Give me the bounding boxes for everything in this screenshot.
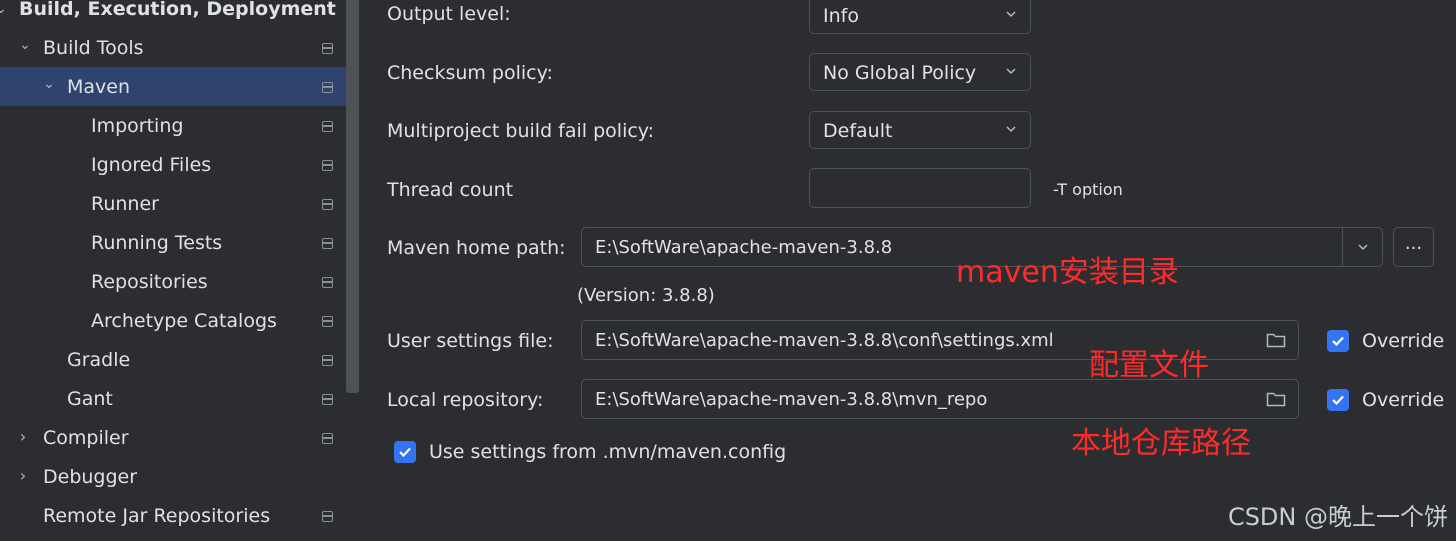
- project-scope-icon: [322, 82, 333, 93]
- output-level-value: Info: [823, 5, 859, 27]
- chevron-down-icon[interactable]: ⌄: [0, 2, 8, 16]
- checksum-policy-dropdown[interactable]: No Global Policy: [809, 53, 1031, 91]
- tree-item-label: Running Tests: [91, 231, 223, 254]
- multiproject-fail-policy-label: Multiproject build fail policy:: [387, 120, 655, 142]
- folder-icon[interactable]: [1266, 332, 1286, 348]
- annotation-local-repo: 本地仓库路径: [1071, 426, 1251, 461]
- tree-item-maven[interactable]: ⌄ Maven: [0, 67, 346, 106]
- maven-home-label: Maven home path:: [387, 237, 566, 259]
- tree-item-label: Build Tools: [43, 36, 144, 59]
- chevron-down-icon: [1006, 11, 1016, 18]
- chevron-right-icon[interactable]: ›: [16, 429, 30, 445]
- project-scope-icon: [322, 277, 333, 288]
- tree-item-importing[interactable]: Importing: [0, 106, 346, 145]
- chevron-right-icon[interactable]: ›: [16, 468, 30, 484]
- tree-item-label: Debugger: [43, 465, 138, 488]
- tree-item-runner[interactable]: Runner: [0, 184, 346, 223]
- project-scope-icon: [322, 238, 333, 249]
- tree-item-label: Archetype Catalogs: [91, 309, 277, 332]
- tree-item-archetype-catalogs[interactable]: Archetype Catalogs: [0, 301, 346, 340]
- override-repository-label: Override: [1362, 389, 1445, 411]
- tree-item-label: Runner: [91, 192, 159, 215]
- settings-tree: ⌄ Build, Execution, Deployment ⌄ Build T…: [0, 0, 361, 541]
- thread-count-input[interactable]: [809, 168, 1031, 208]
- tree-item-debugger[interactable]: › Debugger: [0, 457, 346, 496]
- multiproject-fail-policy-dropdown[interactable]: Default: [809, 111, 1031, 149]
- tree-item-label: Maven: [67, 75, 131, 98]
- tree-item-running-tests[interactable]: Running Tests: [0, 223, 346, 262]
- chevron-down-icon[interactable]: ⌄: [18, 38, 32, 52]
- tree-item-label: Repositories: [91, 270, 208, 293]
- tree-item-label: Importing: [91, 114, 184, 137]
- chevron-down-icon[interactable]: ⌄: [42, 77, 56, 91]
- user-settings-label: User settings file:: [387, 330, 554, 352]
- tree-item-label: Build, Execution, Deployment: [19, 0, 336, 20]
- annotation-maven-home: maven安装目录: [956, 255, 1179, 290]
- tree-item-label: Compiler: [43, 426, 129, 449]
- sidebar-scrollbar[interactable]: [346, 0, 359, 393]
- override-settings-label: Override: [1362, 330, 1445, 352]
- project-scope-icon: [322, 433, 333, 444]
- tree-item-label: Gradle: [67, 348, 131, 371]
- output-level-label: Output level:: [387, 3, 511, 25]
- tree-item-repositories[interactable]: Repositories: [0, 262, 346, 301]
- tree-item-build-tools[interactable]: ⌄ Build Tools: [0, 28, 346, 67]
- project-scope-icon: [322, 316, 333, 327]
- folder-icon[interactable]: [1266, 391, 1286, 407]
- browse-button[interactable]: ...: [1393, 227, 1434, 267]
- tree-item-label: Gant: [67, 387, 113, 410]
- checksum-policy-label: Checksum policy:: [387, 62, 553, 84]
- project-scope-icon: [322, 355, 333, 366]
- project-scope-icon: [322, 43, 333, 54]
- local-repository-input[interactable]: E:\SoftWare\apache-maven-3.8.8\mvn_repo: [581, 379, 1299, 419]
- chevron-down-icon: [1006, 68, 1016, 75]
- project-scope-icon: [322, 394, 333, 405]
- project-scope-icon: [322, 160, 333, 171]
- tree-item-ignored-files[interactable]: Ignored Files: [0, 145, 346, 184]
- watermark: CSDN @晚上一个饼: [1227, 503, 1448, 531]
- checksum-policy-value: No Global Policy: [823, 62, 977, 84]
- annotation-settings-file: 配置文件: [1089, 348, 1209, 383]
- chevron-down-icon[interactable]: [1357, 241, 1369, 253]
- tree-item-gant[interactable]: Gant: [0, 379, 346, 418]
- tree-item-compiler[interactable]: › Compiler: [0, 418, 346, 457]
- thread-count-hint: -T option: [1053, 180, 1123, 199]
- project-scope-icon: [322, 121, 333, 132]
- tree-item-label: Remote Jar Repositories: [43, 504, 271, 527]
- local-repository-label: Local repository:: [387, 389, 544, 411]
- use-mvn-config-label: Use settings from .mvn/maven.config: [429, 441, 787, 463]
- override-repository-checkbox[interactable]: [1327, 389, 1349, 411]
- chevron-down-icon: [1006, 126, 1016, 133]
- project-scope-icon: [322, 199, 333, 210]
- checkmark-icon: [399, 447, 411, 458]
- checkmark-icon: [1332, 336, 1344, 347]
- checkmark-icon: [1332, 395, 1344, 406]
- combo-divider: [1342, 228, 1343, 266]
- tree-item-build-execution-deployment[interactable]: ⌄ Build, Execution, Deployment: [0, 0, 346, 28]
- tree-item-gradle[interactable]: Gradle: [0, 340, 346, 379]
- multiproject-fail-policy-value: Default: [823, 120, 893, 142]
- tree-item-remote-jar-repositories[interactable]: Remote Jar Repositories: [0, 496, 346, 535]
- project-scope-icon: [322, 511, 333, 522]
- thread-count-label: Thread count: [387, 179, 514, 201]
- user-settings-value: E:\SoftWare\apache-maven-3.8.8\conf\sett…: [595, 330, 1054, 351]
- use-mvn-config-checkbox[interactable]: [394, 441, 416, 463]
- output-level-dropdown[interactable]: Info: [809, 0, 1031, 34]
- local-repository-value: E:\SoftWare\apache-maven-3.8.8\mvn_repo: [595, 389, 988, 410]
- maven-version-text: (Version: 3.8.8): [577, 285, 715, 306]
- maven-home-value: E:\SoftWare\apache-maven-3.8.8: [595, 237, 893, 258]
- override-settings-checkbox[interactable]: [1327, 330, 1349, 352]
- tree-item-label: Ignored Files: [91, 153, 212, 176]
